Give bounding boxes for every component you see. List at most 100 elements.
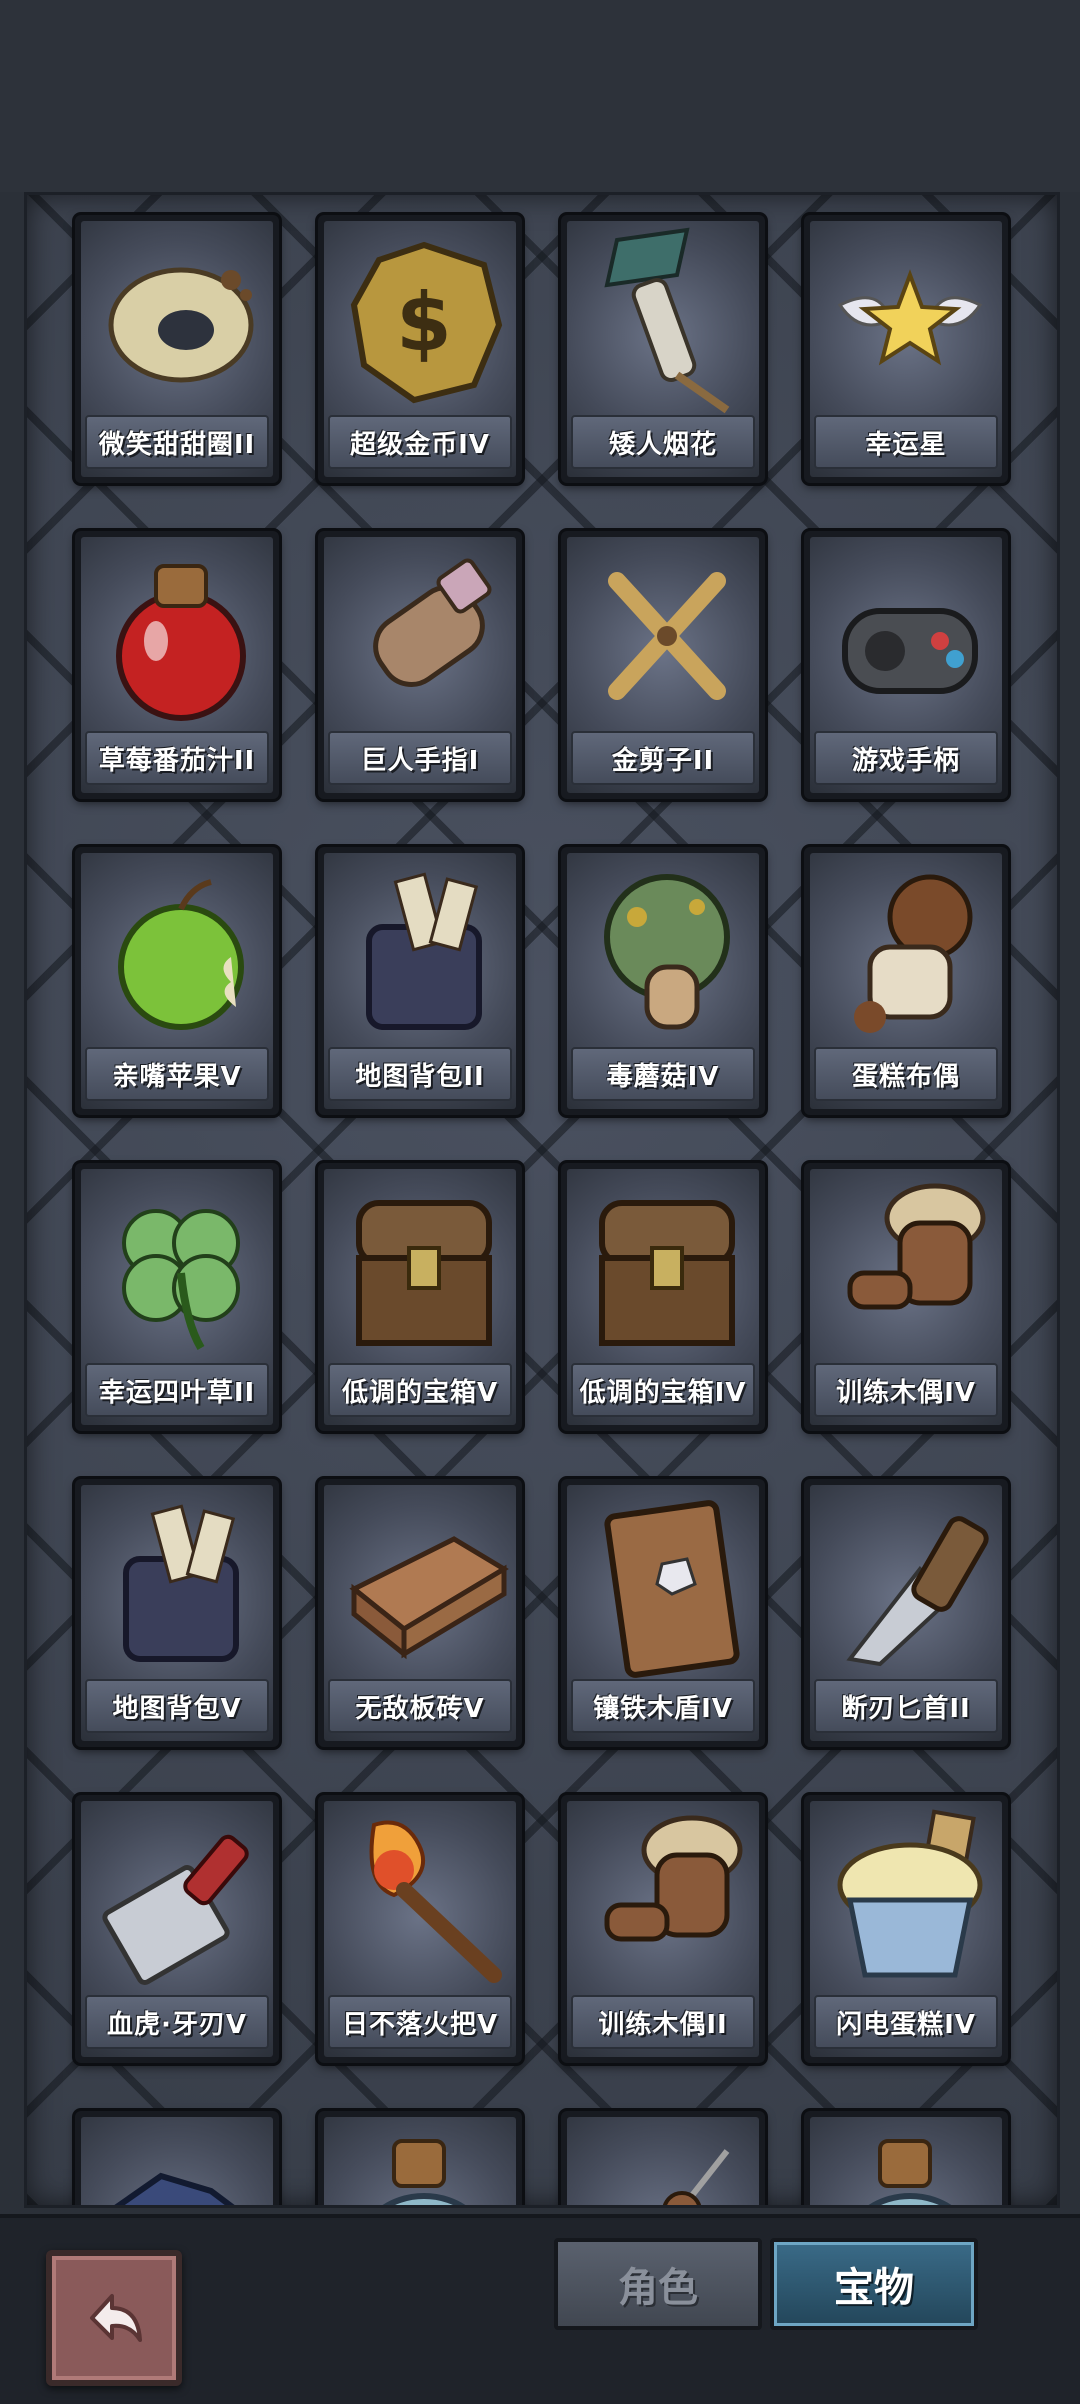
treasure-card[interactable]: 日不落火把V xyxy=(318,1795,522,2063)
treasure-card-frame: 幸运四叶草II xyxy=(81,1169,273,1425)
treasure-card[interactable]: 训练木偶IV xyxy=(804,1163,1008,1431)
treasure-card-label: 超级金币IV xyxy=(328,415,512,469)
treasure-card-frame: 血虎·牙刃V xyxy=(81,1801,273,2057)
cleaver-icon xyxy=(102,1834,249,1985)
treasure-card[interactable]: 毒蘑菇IV xyxy=(561,847,765,1115)
treasure-card-frame: 地图背包II xyxy=(324,853,516,1109)
treasure-card-frame: 幸运星 xyxy=(810,221,1002,477)
treasure-card[interactable]: 地图背包II xyxy=(318,847,522,1115)
treasure-card-frame: 金剪子II xyxy=(567,537,759,793)
treasure-grid-panel[interactable]: 微笑甜甜圈II $ 超级金币IV 矮人烟花 幸运星草莓番茄汁II 巨人手指I 金剪子II 游戏… xyxy=(24,192,1060,2208)
broken-dagger-icon xyxy=(846,1516,989,1667)
treasure-card-frame: 日不落火把V xyxy=(324,1801,516,2057)
treasure-card[interactable] xyxy=(804,2111,1008,2205)
treasure-card-label: 金剪子II xyxy=(571,731,755,785)
treasure-card-frame xyxy=(810,2117,1002,2205)
training-dummy-icon xyxy=(847,1183,986,1310)
treasure-card-frame: 矮人烟花 xyxy=(567,221,759,477)
treasure-card-frame: 毒蘑菇IV xyxy=(567,853,759,1109)
treasure-card-label: 断刃匕首II xyxy=(814,1679,998,1733)
training-dummy-icon xyxy=(604,1815,743,1942)
treasure-card-frame: 亲嘴苹果V xyxy=(81,853,273,1109)
treasure-card-label: 毒蘑菇IV xyxy=(571,1047,755,1101)
mushroom-icon xyxy=(604,874,730,1030)
treasure-card-label: 蛋糕布偶 xyxy=(814,1047,998,1101)
treasure-card[interactable]: 断刃匕首II xyxy=(804,1479,1008,1747)
clover-icon xyxy=(122,1209,240,1351)
treasure-card-label: 低调的宝箱V xyxy=(328,1363,512,1417)
treasure-card[interactable]: 幸运星 xyxy=(804,215,1008,483)
treasure-card-frame xyxy=(567,2117,759,2205)
treasure-card[interactable]: 血虎·牙刃V xyxy=(75,1795,279,2063)
treasure-card-label: 巨人手指I xyxy=(328,731,512,785)
back-arrow-icon xyxy=(90,2294,142,2342)
treasure-card[interactable] xyxy=(561,2111,765,2205)
winged-star-icon xyxy=(837,269,983,366)
treasure-card[interactable]: 微笑甜甜圈II xyxy=(75,215,279,483)
treasure-card[interactable]: 亲嘴苹果V xyxy=(75,847,279,1115)
treasure-card-label: 低调的宝箱IV xyxy=(571,1363,755,1417)
tab-treasure[interactable]: 宝物 xyxy=(770,2238,978,2330)
treasure-card[interactable]: 矮人烟花 xyxy=(561,215,765,483)
treasure-card[interactable]: 巨人手指I xyxy=(318,531,522,799)
treasure-card[interactable]: 训练木偶II xyxy=(561,1795,765,2063)
treasure-card-frame: 闪电蛋糕IV xyxy=(810,1801,1002,2057)
gold-coin-icon: $ xyxy=(350,241,503,404)
treasure-card-label: 草莓番茄汁II xyxy=(85,731,269,785)
treasure-card[interactable]: 草莓番茄汁II xyxy=(75,531,279,799)
treasure-card[interactable] xyxy=(75,2111,279,2205)
wooden-shield-icon xyxy=(604,1500,740,1678)
potion-bottle-icon xyxy=(868,2139,952,2205)
treasure-card-frame: 断刃匕首II xyxy=(810,1485,1002,1741)
treasure-card-label: 训练木偶II xyxy=(571,1995,755,2049)
treasure-card[interactable]: $ 超级金币IV xyxy=(318,215,522,483)
chest-icon xyxy=(599,1200,735,1346)
treasure-card-frame xyxy=(324,2117,516,2205)
treasure-card-label: 地图背包II xyxy=(328,1047,512,1101)
doll-icon xyxy=(854,874,973,1033)
treasure-card-label: 幸运四叶草II xyxy=(85,1363,269,1417)
brick-icon xyxy=(349,1536,509,1660)
treasure-card-label: 幸运星 xyxy=(814,415,998,469)
treasure-card-label: 无敌板砖V xyxy=(328,1679,512,1733)
top-bar xyxy=(0,0,1080,192)
tab-role[interactable]: 角色 xyxy=(554,2238,762,2330)
back-button[interactable] xyxy=(46,2250,182,2386)
juice-bottle-icon xyxy=(116,564,246,721)
treasure-card[interactable]: 金剪子II xyxy=(561,531,765,799)
chest-icon xyxy=(356,1200,492,1346)
treasure-card-frame xyxy=(81,2117,273,2205)
treasure-card-frame: 地图背包V xyxy=(81,1485,273,1741)
gamepad-icon xyxy=(842,608,978,694)
treasure-card[interactable]: 闪电蛋糕IV xyxy=(804,1795,1008,2063)
treasure-card-label: 镶铁木盾IV xyxy=(571,1679,755,1733)
ore-icon xyxy=(114,2172,235,2205)
treasure-card[interactable]: 蛋糕布偶 xyxy=(804,847,1008,1115)
treasure-card-frame: 低调的宝箱IV xyxy=(567,1169,759,1425)
treasure-card-frame: 低调的宝箱V xyxy=(324,1169,516,1425)
treasure-card-frame: 无敌板砖V xyxy=(324,1485,516,1741)
treasure-card-frame: 蛋糕布偶 xyxy=(810,853,1002,1109)
treasure-card-frame: $ 超级金币IV xyxy=(324,221,516,477)
treasure-card-frame: 游戏手柄 xyxy=(810,537,1002,793)
treasure-card[interactable] xyxy=(318,2111,522,2205)
apple-icon xyxy=(118,879,244,1030)
treasure-card[interactable]: 游戏手柄 xyxy=(804,531,1008,799)
treasure-card-frame: 训练木偶IV xyxy=(810,1169,1002,1425)
treasure-card[interactable]: 地图背包V xyxy=(75,1479,279,1747)
treasure-card-label: 微笑甜甜圈II xyxy=(85,415,269,469)
treasure-card-label: 血虎·牙刃V xyxy=(85,1995,269,2049)
potion-bottle-icon xyxy=(382,2139,466,2205)
firework-icon xyxy=(604,227,730,414)
treasure-card-frame: 微笑甜甜圈II xyxy=(81,221,273,477)
treasure-card[interactable]: 幸运四叶草II xyxy=(75,1163,279,1431)
treasure-card[interactable]: 无敌板砖V xyxy=(318,1479,522,1747)
skewer-icon xyxy=(662,2149,730,2205)
map-bag-icon xyxy=(366,872,482,1030)
treasure-card[interactable]: 低调的宝箱IV xyxy=(561,1163,765,1431)
treasure-card[interactable]: 镶铁木盾IV xyxy=(561,1479,765,1747)
treasure-card[interactable]: 低调的宝箱V xyxy=(318,1163,522,1431)
treasure-card-label: 矮人烟花 xyxy=(571,415,755,469)
treasure-card-label: 闪电蛋糕IV xyxy=(814,1995,998,2049)
treasure-card-frame: 镶铁木盾IV xyxy=(567,1485,759,1741)
